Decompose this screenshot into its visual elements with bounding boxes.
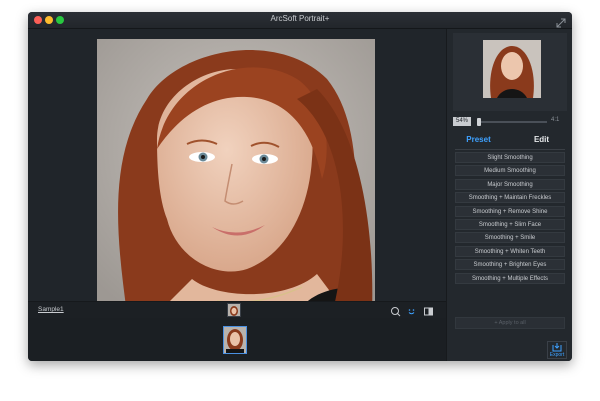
zoom-percent: 54% — [453, 117, 471, 126]
apply-to-all-label: Apply to all — [498, 320, 526, 326]
preset-item[interactable]: Slight Smoothing — [455, 152, 565, 163]
preset-item[interactable]: Smoothing + Slim Face — [455, 218, 565, 230]
tab-edit[interactable]: Edit — [510, 133, 572, 147]
export-label: Export — [549, 352, 565, 358]
face-detect-icon[interactable] — [390, 304, 401, 317]
preset-item[interactable]: Smoothing + Brighten Eyes — [455, 259, 565, 271]
current-photo-thumbnail[interactable] — [227, 303, 241, 317]
title-bar: ArcSoft Portrait+ — [28, 12, 572, 29]
zoom-max-label: 4:1 — [551, 117, 560, 123]
preset-item[interactable]: Medium Smoothing — [455, 165, 565, 177]
sample-label[interactable]: Sample1 — [38, 306, 64, 313]
filmstrip-thumbnail[interactable] — [223, 326, 247, 354]
window-title: ArcSoft Portrait+ — [270, 14, 330, 23]
zoom-slider-handle[interactable] — [477, 118, 481, 126]
preset-item[interactable]: Major Smoothing — [455, 178, 565, 190]
panel-tabs: Preset Edit — [447, 133, 572, 147]
navigator-preview[interactable] — [453, 33, 567, 111]
portrait-photo[interactable] — [97, 39, 375, 314]
tab-preset[interactable]: Preset — [447, 133, 510, 147]
zoom-slider-track[interactable] — [477, 121, 547, 123]
preset-item[interactable]: Smoothing + Whiten Teeth — [455, 245, 565, 257]
right-panel: 54% 4:1 Preset Edit Slight Smoothing Med… — [446, 29, 572, 361]
compare-icon[interactable] — [423, 304, 434, 316]
apply-to-all-button[interactable]: + Apply to all — [455, 317, 565, 329]
smile-face-icon[interactable] — [406, 304, 417, 315]
filmstrip — [28, 318, 446, 361]
app-window: ArcSoft Portrait+ Sample1 54% 4:1 Preset… — [28, 12, 572, 361]
preset-item[interactable]: Smoothing + Multiple Effects — [455, 272, 565, 284]
tab-divider — [455, 149, 565, 150]
photo-canvas[interactable] — [28, 29, 446, 315]
preset-item[interactable]: Smoothing + Smile — [455, 232, 565, 244]
preset-list: Slight Smoothing Medium Smoothing Major … — [455, 152, 565, 286]
navigator-thumbnail[interactable] — [483, 40, 541, 98]
export-button[interactable]: Export — [547, 341, 567, 359]
preset-item[interactable]: Smoothing + Remove Shine — [455, 205, 565, 217]
export-icon — [552, 343, 562, 352]
preset-item[interactable]: Smoothing + Maintain Freckles — [455, 192, 565, 204]
fullscreen-icon[interactable] — [556, 15, 566, 28]
bottom-toolbar: Sample1 — [28, 301, 446, 318]
